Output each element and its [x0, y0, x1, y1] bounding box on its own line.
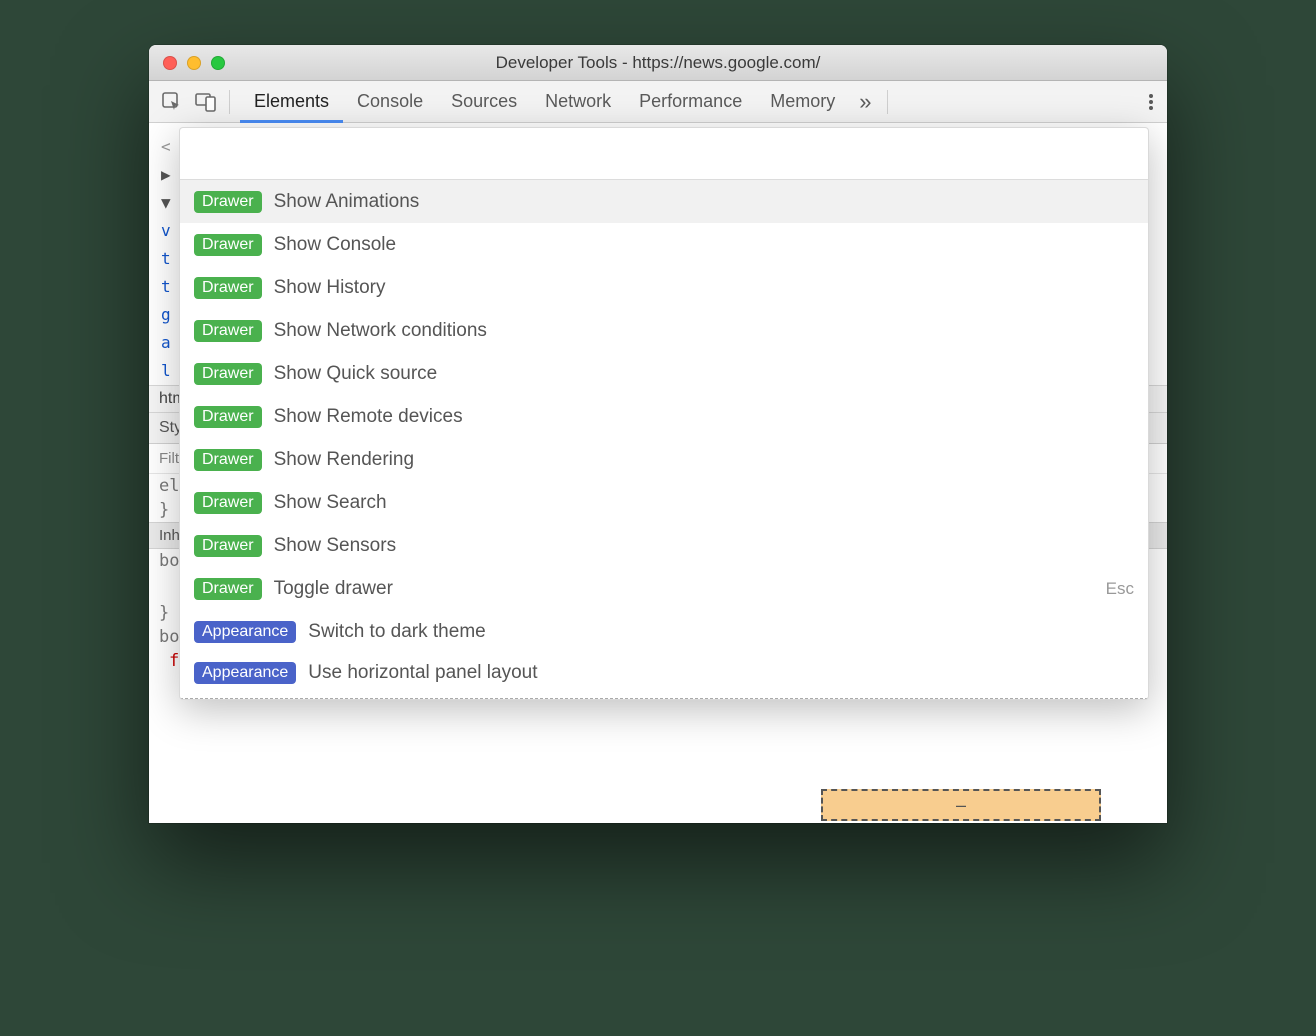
devtools-window: Developer Tools - https://news.google.co…: [149, 45, 1167, 823]
command-badge: Drawer: [194, 320, 262, 342]
command-label: Show Quick source: [274, 363, 438, 385]
panel-tabs: Elements Console Sources Network Perform…: [240, 81, 849, 123]
command-badge: Drawer: [194, 492, 262, 514]
tab-sources[interactable]: Sources: [437, 81, 531, 123]
command-item[interactable]: Appearance Switch to dark theme: [180, 610, 1148, 653]
command-item[interactable]: Drawer Show Rendering: [180, 438, 1148, 481]
command-item[interactable]: Drawer Show Sensors: [180, 524, 1148, 567]
command-badge: Drawer: [194, 406, 262, 428]
command-badge: Drawer: [194, 535, 262, 557]
command-badge: Drawer: [194, 578, 262, 600]
command-label: Show Sensors: [274, 535, 397, 557]
command-badge: Drawer: [194, 191, 262, 213]
inspect-element-button[interactable]: [155, 85, 189, 119]
minimize-window-button[interactable]: [187, 56, 201, 70]
command-shortcut: Esc: [1106, 579, 1134, 599]
device-icon: [195, 92, 217, 112]
box-model-value: –: [956, 795, 966, 816]
kebab-icon: [1149, 100, 1153, 104]
toolbar-divider: [229, 90, 230, 114]
command-badge: Drawer: [194, 277, 262, 299]
command-item[interactable]: Appearance Use horizontal panel layout: [180, 653, 1148, 699]
window-title: Developer Tools - https://news.google.co…: [149, 53, 1167, 73]
command-label: Switch to dark theme: [308, 621, 485, 643]
command-item[interactable]: Drawer Show Search: [180, 481, 1148, 524]
command-menu: DrawerShow AnimationsDrawerShow ConsoleD…: [179, 127, 1149, 700]
tab-performance[interactable]: Performance: [625, 81, 756, 123]
inspect-icon: [162, 92, 182, 112]
command-item[interactable]: Drawer Toggle drawer Esc: [180, 567, 1148, 610]
command-list: DrawerShow AnimationsDrawerShow ConsoleD…: [180, 180, 1148, 699]
command-item[interactable]: Drawer Show History: [180, 266, 1148, 309]
command-item[interactable]: Drawer Show Quick source: [180, 352, 1148, 395]
command-item[interactable]: Drawer Show Animations: [180, 180, 1148, 223]
close-window-button[interactable]: [163, 56, 177, 70]
command-label: Show Animations: [274, 191, 420, 213]
command-item[interactable]: Drawer Show Console: [180, 223, 1148, 266]
tab-label: Network: [545, 91, 611, 112]
command-item[interactable]: Drawer Show Network conditions: [180, 309, 1148, 352]
command-label: Use horizontal panel layout: [308, 662, 537, 684]
tab-label: Performance: [639, 91, 742, 112]
command-label: Show Remote devices: [274, 406, 463, 428]
tab-network[interactable]: Network: [531, 81, 625, 123]
kebab-icon: [1149, 94, 1153, 98]
command-search-input[interactable]: [194, 142, 1134, 165]
command-item[interactable]: Drawer Show Remote devices: [180, 395, 1148, 438]
command-label: Toggle drawer: [274, 578, 393, 600]
device-toolbar-button[interactable]: [189, 85, 223, 119]
main-toolbar: Elements Console Sources Network Perform…: [149, 81, 1167, 123]
box-model-margin[interactable]: –: [821, 789, 1101, 821]
command-label: Show History: [274, 277, 386, 299]
command-badge: Drawer: [194, 363, 262, 385]
tab-label: Sources: [451, 91, 517, 112]
kebab-icon: [1149, 106, 1153, 110]
tab-label: Elements: [254, 91, 329, 112]
command-label: Show Rendering: [274, 449, 414, 471]
command-badge: Drawer: [194, 449, 262, 471]
tab-elements[interactable]: Elements: [240, 81, 343, 123]
command-label: Show Search: [274, 492, 387, 514]
command-search-row: [180, 128, 1148, 180]
command-badge: Appearance: [194, 621, 296, 643]
command-label: Show Console: [274, 234, 397, 256]
titlebar: Developer Tools - https://news.google.co…: [149, 45, 1167, 81]
tab-memory[interactable]: Memory: [756, 81, 849, 123]
settings-menu-button[interactable]: [1141, 92, 1161, 112]
tab-label: Memory: [770, 91, 835, 112]
more-tabs-button[interactable]: »: [849, 89, 881, 115]
chevron-double-right-icon: »: [859, 89, 871, 114]
command-badge: Appearance: [194, 662, 296, 684]
tab-console[interactable]: Console: [343, 81, 437, 123]
tab-label: Console: [357, 91, 423, 112]
zoom-window-button[interactable]: [211, 56, 225, 70]
command-badge: Drawer: [194, 234, 262, 256]
traffic-lights: [149, 56, 225, 70]
toolbar-divider: [887, 90, 888, 114]
command-label: Show Network conditions: [274, 320, 487, 342]
